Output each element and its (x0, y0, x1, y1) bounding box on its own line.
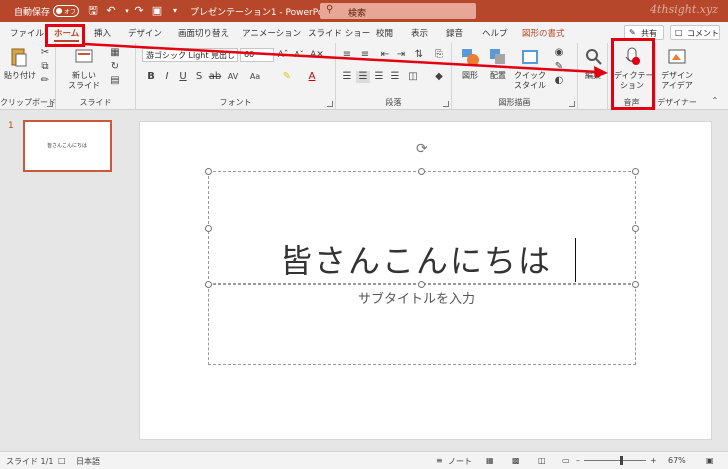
rotate-handle-icon[interactable]: ⟳ (416, 141, 428, 157)
notes-icon: ≡ (436, 456, 443, 465)
resize-handle[interactable] (205, 225, 212, 232)
resize-handle[interactable] (418, 281, 425, 288)
resize-handle[interactable] (632, 168, 639, 175)
zoom-in-icon[interactable]: + (650, 456, 657, 465)
sorter-view-icon[interactable]: ▩ (512, 456, 520, 465)
resize-handle[interactable] (418, 168, 425, 175)
normal-view-icon[interactable]: ▦ (486, 456, 494, 465)
accessibility-icon[interactable]: □ (58, 456, 66, 465)
language[interactable]: 日本語 (76, 456, 100, 467)
zoom-level[interactable]: 67% (668, 456, 686, 465)
resize-handle[interactable] (632, 281, 639, 288)
status-bar: スライド 1/1 □ 日本語 ≡ ノート ▦ ▩ ◫ ▭ – + 67% ▣ (0, 451, 728, 469)
fit-slide-icon[interactable]: ▣ (706, 456, 714, 465)
slideshow-view-icon[interactable]: ▭ (562, 456, 570, 465)
subtitle-placeholder-text[interactable]: サブタイトルを入力 (358, 288, 475, 307)
slide-thumbnail[interactable]: 皆さんこんにちは (23, 120, 112, 172)
thumbnail-number: 1 (8, 121, 14, 131)
text-cursor (575, 238, 576, 282)
reading-view-icon[interactable]: ◫ (538, 456, 546, 465)
thumbnail-text: 皆さんこんにちは (47, 143, 88, 149)
notes-button[interactable]: ノート (448, 456, 472, 467)
resize-handle[interactable] (205, 168, 212, 175)
zoom-slider[interactable] (584, 460, 646, 461)
slide-thumbnail-panel: 1 皆さんこんにちは (0, 111, 120, 451)
resize-handle[interactable] (632, 225, 639, 232)
zoom-out-icon[interactable]: – (576, 456, 580, 465)
slide-count: スライド 1/1 (6, 457, 54, 466)
slide-title-text[interactable]: 皆さんこんにちは (280, 236, 552, 282)
resize-handle[interactable] (205, 281, 212, 288)
zoom-slider-knob[interactable] (620, 456, 623, 465)
